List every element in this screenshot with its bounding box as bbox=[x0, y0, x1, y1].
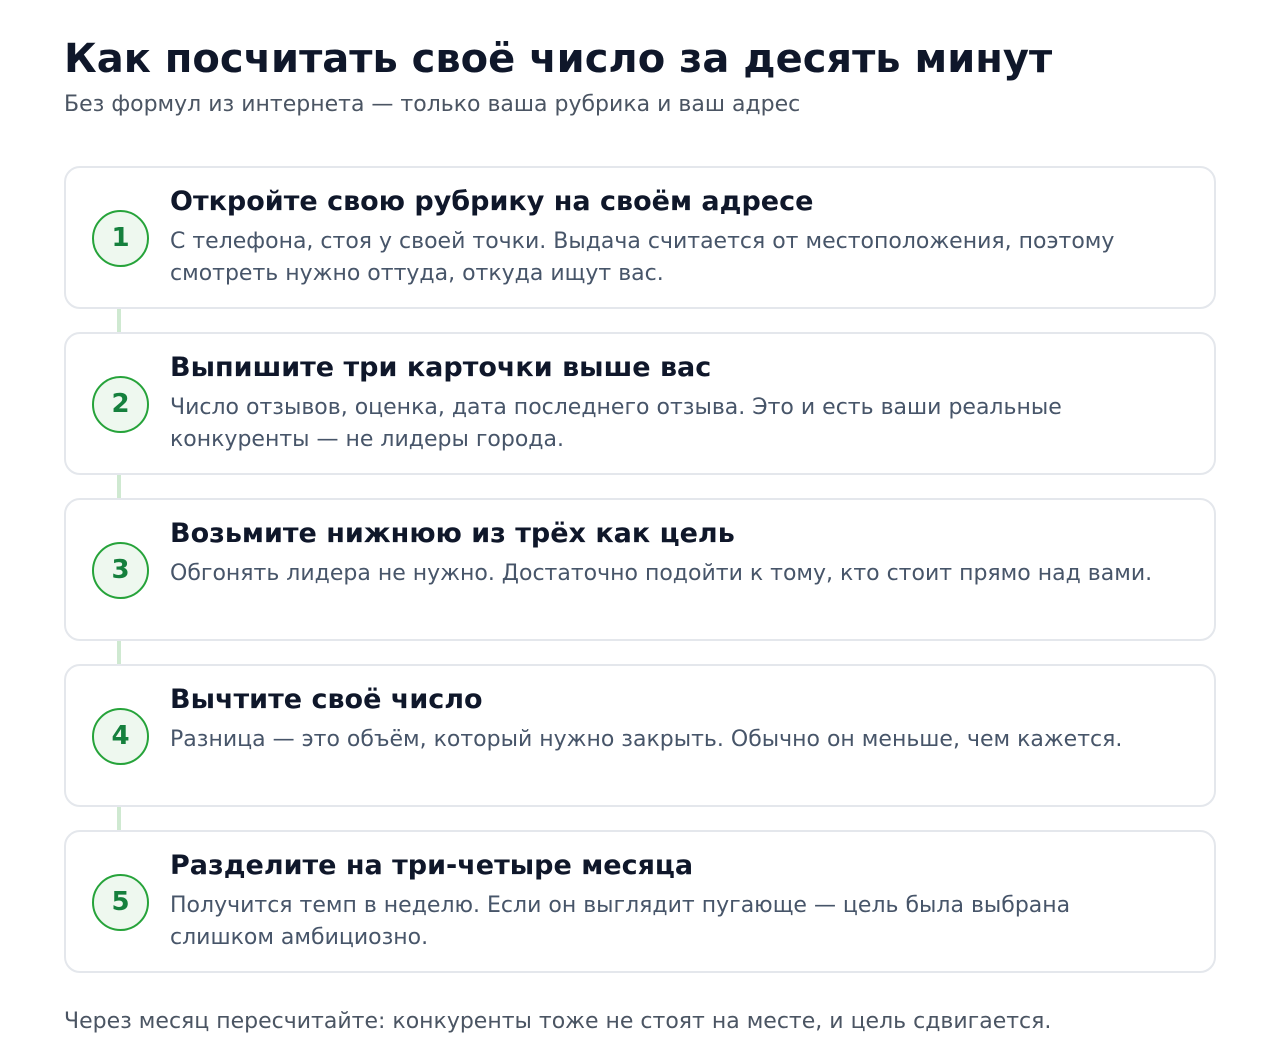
step-number-badge: 4 bbox=[92, 708, 149, 765]
step-connector bbox=[117, 807, 121, 830]
step-title: Разделите на три-четыре месяца bbox=[170, 850, 694, 881]
step-card-5: 5 Разделите на три-четыре месяца Получит… bbox=[64, 830, 1216, 973]
step-description: Обгонять лидера не нужно. Достаточно под… bbox=[170, 561, 1153, 586]
step-number-badge: 1 bbox=[92, 210, 149, 267]
step-description: Разница — это объём, который нужно закры… bbox=[170, 727, 1123, 752]
page: Как посчитать своё число за десять минут… bbox=[0, 0, 1280, 1062]
step-title: Откройте свою рубрику на своём адресе bbox=[170, 186, 814, 217]
footer-note: Через месяц пересчитайте: конкуренты тож… bbox=[64, 1009, 1052, 1034]
step-connector bbox=[117, 641, 121, 664]
step-number-badge: 2 bbox=[92, 376, 149, 433]
step-title: Возьмите нижнюю из трёх как цель bbox=[170, 518, 735, 549]
step-card-4: 4 Вычтите своё число Разница — это объём… bbox=[64, 664, 1216, 807]
step-description: Получится темп в неделю. Если он выгляди… bbox=[170, 893, 1071, 950]
page-subtitle: Без формул из интернета — только ваша ру… bbox=[64, 92, 801, 117]
step-description: Число отзывов, оценка, дата последнего о… bbox=[170, 395, 1062, 452]
step-title: Вычтите своё число bbox=[170, 684, 483, 715]
page-title: Как посчитать своё число за десять минут bbox=[64, 36, 1053, 82]
steps-list: 1 Откройте свою рубрику на своём адресе … bbox=[64, 166, 1216, 973]
step-connector bbox=[117, 309, 121, 332]
step-description: С телефона, стоя у своей точки. Выдача с… bbox=[170, 229, 1115, 286]
step-card-1: 1 Откройте свою рубрику на своём адресе … bbox=[64, 166, 1216, 309]
step-card-3: 3 Возьмите нижнюю из трёх как цель Обгон… bbox=[64, 498, 1216, 641]
step-card-2: 2 Выпишите три карточки выше вас Число о… bbox=[64, 332, 1216, 475]
step-number-badge: 3 bbox=[92, 542, 149, 599]
step-title: Выпишите три карточки выше вас bbox=[170, 352, 712, 383]
step-number-badge: 5 bbox=[92, 874, 149, 931]
step-connector bbox=[117, 475, 121, 498]
